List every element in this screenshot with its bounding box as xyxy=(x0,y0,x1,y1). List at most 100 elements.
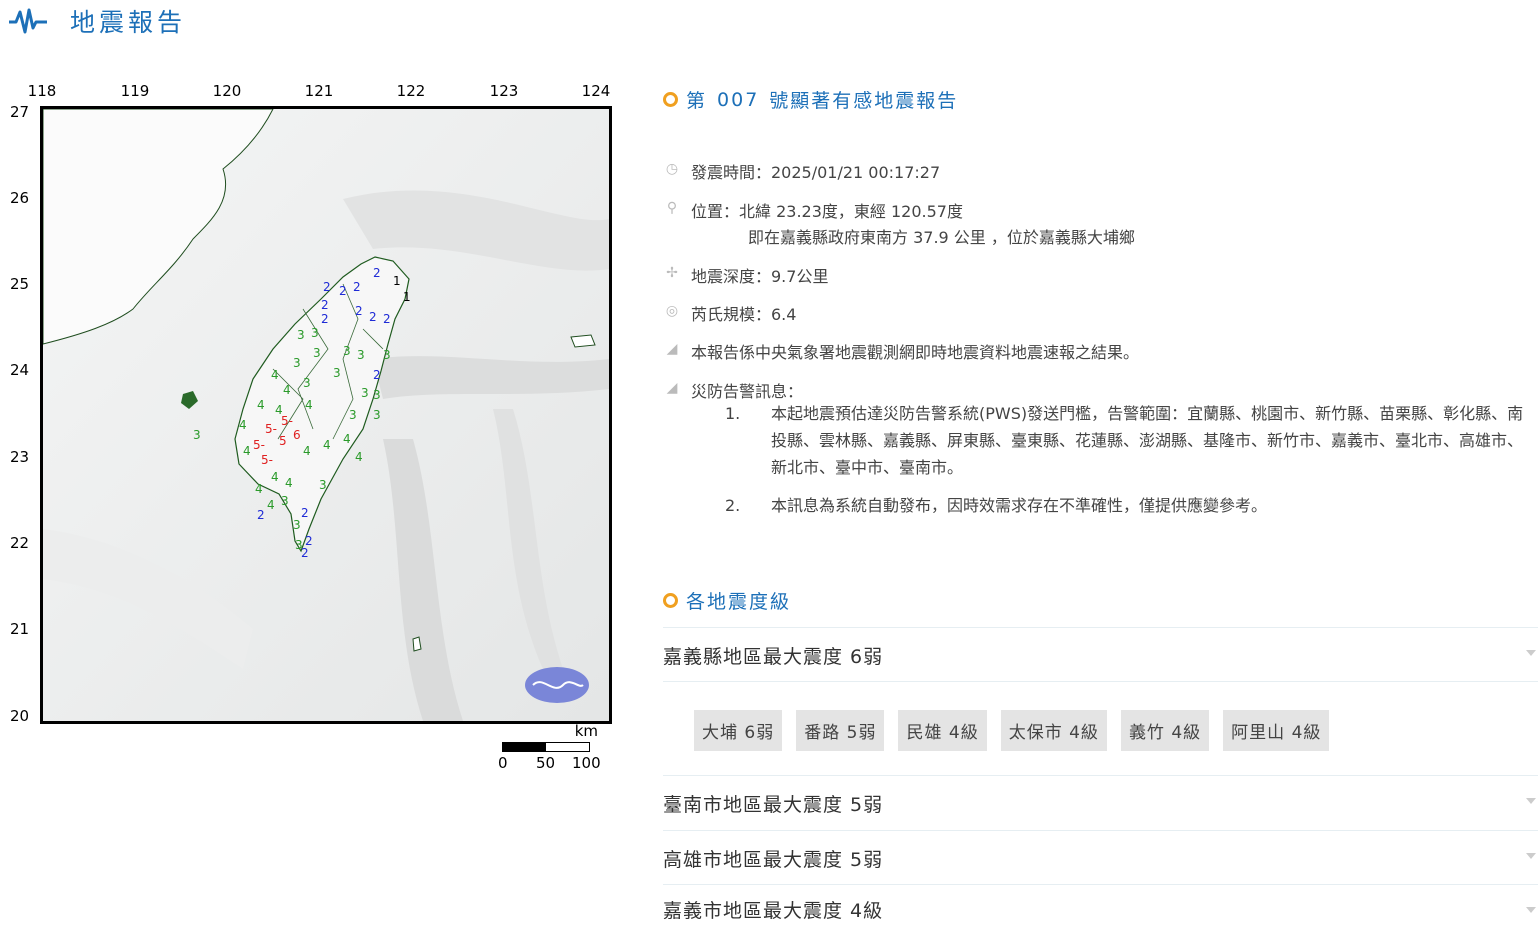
region-row-chiayi-county[interactable]: 嘉義縣地區最大震度 6弱 xyxy=(663,627,1538,682)
svg-text:3: 3 xyxy=(319,478,327,492)
svg-text:4: 4 xyxy=(323,438,331,452)
station-tag[interactable]: 阿里山 4級 xyxy=(1223,710,1330,751)
svg-text:2: 2 xyxy=(301,506,309,520)
origin-time: ◷ 發震時間：2025/01/21 00:17:27 xyxy=(663,159,940,183)
source-note: ◢ 本報告係中央氣象署地震觀測網即時地震資料地震速報之結果。 xyxy=(663,339,1139,363)
alert-title: ◢ 災防告警訊息： xyxy=(663,378,803,402)
magnitude: ◎ 芮氏規模：6.4 xyxy=(663,301,797,325)
svg-text:3: 3 xyxy=(281,494,289,508)
scale-label: 0 xyxy=(498,754,508,772)
svg-text:4: 4 xyxy=(271,368,279,382)
magnitude-icon: ◎ xyxy=(665,303,679,319)
chevron-down-icon xyxy=(1526,853,1536,859)
svg-text:3: 3 xyxy=(293,518,301,532)
megaphone-icon: ◢ xyxy=(666,380,678,396)
svg-text:3: 3 xyxy=(361,386,369,400)
svg-text:3: 3 xyxy=(293,356,301,370)
svg-text:5-: 5- xyxy=(261,453,273,467)
svg-text:3: 3 xyxy=(297,328,305,342)
chevron-down-icon xyxy=(1526,650,1536,656)
lat-tick: 24 xyxy=(10,361,30,379)
station-list: 大埔 6弱 番路 5弱 民雄 4級 太保市 4級 義竹 4級 阿里山 4級 xyxy=(663,681,1538,775)
svg-text:5-: 5- xyxy=(253,438,265,452)
lon-tick: 119 xyxy=(120,82,150,100)
clock-icon: ◷ xyxy=(665,161,679,177)
svg-text:2: 2 xyxy=(257,508,265,522)
svg-text:2: 2 xyxy=(353,280,361,294)
svg-text:4: 4 xyxy=(255,482,263,496)
svg-text:3: 3 xyxy=(343,344,351,358)
svg-text:3: 3 xyxy=(373,388,381,402)
svg-text:3: 3 xyxy=(313,346,321,360)
svg-text:2: 2 xyxy=(301,546,309,560)
megaphone-icon: ◢ xyxy=(666,341,678,357)
intensity-section-title: 各地震度級 xyxy=(663,587,791,614)
bullet-icon xyxy=(663,593,678,608)
svg-text:4: 4 xyxy=(267,498,275,512)
svg-text:3: 3 xyxy=(357,348,365,362)
svg-text:2: 2 xyxy=(321,312,329,326)
station-tag[interactable]: 義竹 4級 xyxy=(1120,710,1210,751)
svg-text:4: 4 xyxy=(243,444,251,458)
lat-tick: 25 xyxy=(10,275,30,293)
svg-text:3: 3 xyxy=(311,326,319,340)
svg-text:3: 3 xyxy=(303,376,311,390)
region-row-tainan[interactable]: 臺南市地區最大震度 5弱 xyxy=(663,775,1538,830)
region-row-kaohsiung[interactable]: 高雄市地區最大震度 5弱 xyxy=(663,830,1538,885)
station-tag[interactable]: 太保市 4級 xyxy=(1000,710,1107,751)
svg-text:2: 2 xyxy=(323,280,331,294)
page-title: 地震報告 xyxy=(70,8,187,37)
relief-map: 2 2 2 2 1 1 2 2 2 2 2 3 3 3 3 3 3 2 3 4 xyxy=(43,109,609,721)
lat-tick: 21 xyxy=(10,620,30,638)
svg-text:4: 4 xyxy=(305,398,313,412)
region-row-chiayi-city[interactable]: 嘉義市地區最大震度 4級 xyxy=(663,884,1538,933)
depth-icon: ✢ xyxy=(666,265,678,281)
svg-text:1: 1 xyxy=(393,274,401,288)
svg-text:4: 4 xyxy=(271,470,279,484)
map-scale: km 0 50 100 xyxy=(498,722,612,772)
svg-text:2: 2 xyxy=(383,312,391,326)
svg-text:5-: 5- xyxy=(281,414,293,428)
station-tag[interactable]: 民雄 4級 xyxy=(898,710,987,751)
location-description: 即在嘉義縣政府東南方 37.9 公里 ，位於嘉義縣大埔鄉 xyxy=(748,228,1135,247)
app-header: 地震報告 xyxy=(8,4,186,38)
svg-text:6: 6 xyxy=(293,428,301,442)
svg-text:5: 5 xyxy=(279,434,287,448)
svg-text:2: 2 xyxy=(373,266,381,280)
station-tag[interactable]: 大埔 6弱 xyxy=(694,710,783,751)
intensity-map: 118 119 120 121 122 123 124 27 26 25 24 … xyxy=(8,80,612,780)
svg-text:2: 2 xyxy=(369,310,377,324)
svg-text:1: 1 xyxy=(403,290,411,304)
scale-label: 50 xyxy=(536,754,556,772)
svg-text:4: 4 xyxy=(283,383,291,397)
lon-tick: 124 xyxy=(581,82,611,100)
svg-text:2: 2 xyxy=(355,304,363,318)
lon-tick: 121 xyxy=(304,82,334,100)
bullet-icon xyxy=(663,92,678,107)
depth: ✢ 地震深度：9.7公里 xyxy=(663,263,828,287)
lon-tick: 123 xyxy=(489,82,519,100)
seismic-wave-icon xyxy=(9,8,47,34)
svg-text:4: 4 xyxy=(355,450,363,464)
lon-tick: 122 xyxy=(396,82,426,100)
svg-text:4: 4 xyxy=(239,418,247,432)
svg-text:4: 4 xyxy=(343,432,351,446)
chevron-down-icon xyxy=(1526,798,1536,804)
lat-tick: 22 xyxy=(10,534,30,552)
svg-text:3: 3 xyxy=(333,366,341,380)
lat-tick: 20 xyxy=(10,707,30,725)
svg-text:4: 4 xyxy=(285,476,293,490)
chevron-down-icon xyxy=(1526,907,1536,913)
svg-text:3: 3 xyxy=(349,408,357,422)
scale-unit: km xyxy=(574,722,598,740)
svg-text:3: 3 xyxy=(193,428,201,442)
svg-text:2: 2 xyxy=(321,298,329,312)
lon-tick: 120 xyxy=(212,82,242,100)
report-title: 第 007 號顯著有感地震報告 xyxy=(663,86,958,113)
lat-tick: 26 xyxy=(10,189,30,207)
svg-text:2: 2 xyxy=(339,284,347,298)
lat-tick: 23 xyxy=(10,448,30,466)
lon-tick: 118 xyxy=(27,82,57,100)
map-pin-icon: ⚲ xyxy=(666,200,678,216)
station-tag[interactable]: 番路 5弱 xyxy=(796,710,885,751)
